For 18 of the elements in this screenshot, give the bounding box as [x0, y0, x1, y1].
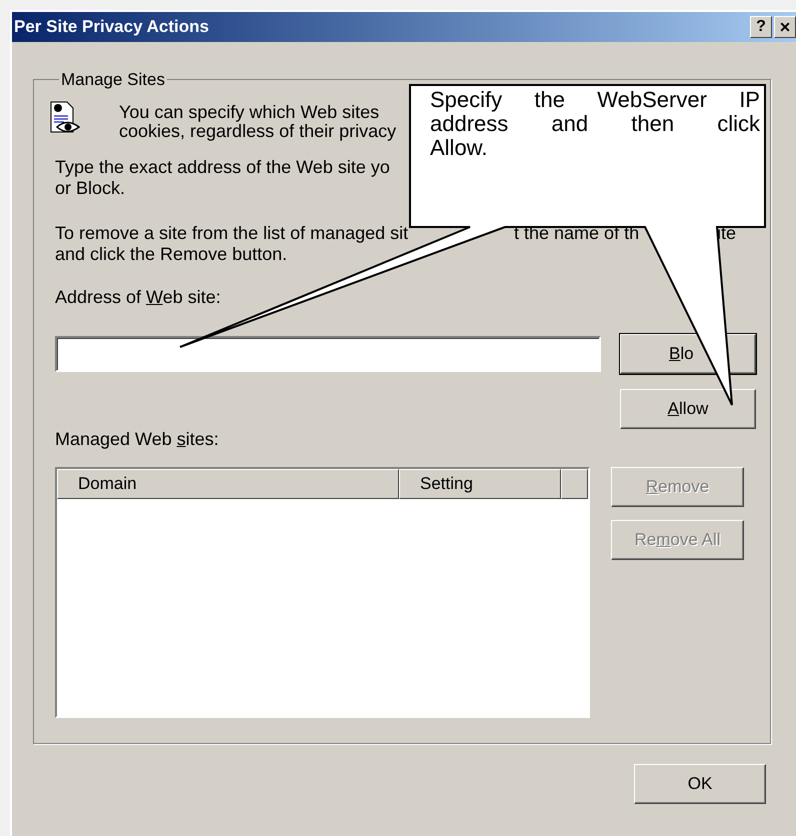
instruction-text: and click the Remove button. [55, 244, 288, 264]
group-legend: Manage Sites [59, 67, 167, 92]
address-input-field[interactable] [55, 336, 601, 372]
managed-sites-label: Managed Web sites: [55, 428, 219, 448]
intro-text: You can specify which Web sites [119, 102, 380, 122]
column-header[interactable]: Domain [57, 468, 399, 498]
window-title: Per Site Privacy Actions [14, 16, 209, 38]
address-label: Address of Web site: [55, 286, 221, 306]
help-button[interactable]: ? [750, 16, 772, 38]
instruction-text: To remove a site from the list of managed sit [55, 222, 408, 244]
instruction-text: Type the exact address of the Web site yo [55, 156, 390, 178]
ok-button[interactable]: OK [634, 764, 766, 804]
intro-text: cookies, regardless of their privacy [119, 122, 396, 140]
instruction-text: or Block. [55, 178, 126, 198]
callout-text: Specify the WebServer IP address and then click Allow. [430, 88, 760, 160]
column-header[interactable]: Setting [399, 468, 561, 498]
close-button[interactable]: × [774, 16, 796, 38]
allow-button[interactable]: Allow [620, 388, 756, 428]
